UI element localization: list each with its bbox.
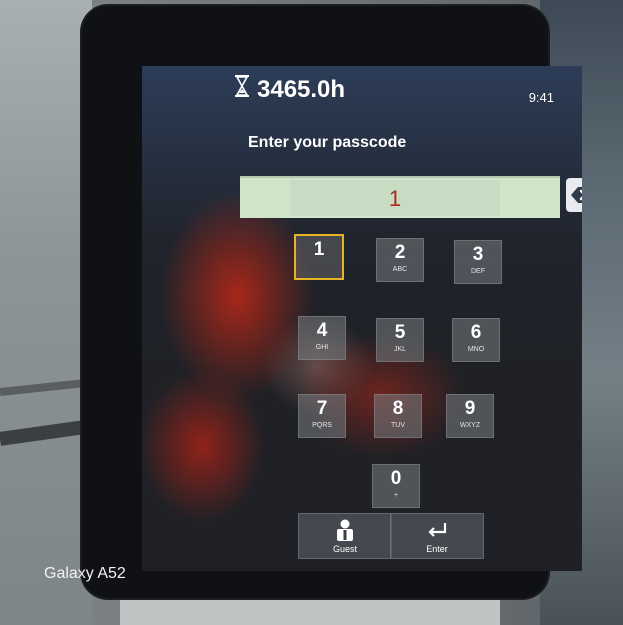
key-7[interactable]: 7 PQRS xyxy=(298,394,346,438)
key-9[interactable]: 9 WXYZ xyxy=(446,394,494,438)
key-digit: 5 xyxy=(394,322,406,343)
key-digit: 6 xyxy=(470,322,482,343)
return-arrow-icon xyxy=(428,523,447,537)
key-8[interactable]: 8 TUV xyxy=(374,394,422,438)
mount-bracket xyxy=(120,596,500,625)
key-letters: MNO xyxy=(467,346,485,353)
hour-meter: 3465.0h xyxy=(257,76,346,103)
key-digit: 0 xyxy=(390,468,402,489)
key-digit: 3 xyxy=(472,244,484,265)
backspace-button[interactable] xyxy=(566,178,582,212)
key-digit: 1 xyxy=(313,239,325,260)
key-letters: TUV xyxy=(391,422,405,429)
key-6[interactable]: 6 MNO xyxy=(452,318,500,362)
person-icon xyxy=(337,519,353,541)
enter-button[interactable]: Enter xyxy=(390,513,484,559)
key-letters: PQRS xyxy=(312,422,332,429)
key-letters: ABC xyxy=(392,266,408,273)
passcode-prompt: Enter your passcode xyxy=(248,134,407,151)
device-screen: 3465.0h 9:41 Enter your passcode 1 1 2 A… xyxy=(142,66,582,571)
key-2[interactable]: 2 ABC xyxy=(376,238,424,282)
guest-button[interactable]: Guest xyxy=(298,513,392,559)
key-1[interactable]: 1 xyxy=(294,234,344,280)
display-device: 3465.0h 9:41 Enter your passcode 1 1 2 A… xyxy=(82,6,582,598)
key-letters: DEF xyxy=(471,268,485,275)
camera-watermark: Galaxy A52 xyxy=(44,565,126,582)
key-digit: 4 xyxy=(316,320,328,341)
key-letters: JKL xyxy=(393,346,407,353)
passcode-value: 1 xyxy=(388,186,402,211)
key-3[interactable]: 3 DEF xyxy=(454,240,502,284)
key-letters: + xyxy=(393,492,399,499)
passcode-display: 1 xyxy=(290,180,500,216)
key-digit: 2 xyxy=(394,242,406,263)
guest-label: Guest xyxy=(332,544,357,554)
window-frame-left xyxy=(0,0,92,625)
enter-label: Enter xyxy=(426,544,448,554)
key-digit: 7 xyxy=(316,398,328,419)
key-0[interactable]: 0 + xyxy=(372,464,420,508)
key-digit: 8 xyxy=(392,398,404,419)
key-letters: WXYZ xyxy=(459,422,481,429)
key-5[interactable]: 5 JKL xyxy=(376,318,424,362)
passcode-field[interactable]: 1 xyxy=(240,176,560,218)
key-4[interactable]: 4 GHI xyxy=(298,316,346,360)
clock: 9:41 xyxy=(528,90,554,105)
key-digit: 9 xyxy=(464,398,476,419)
backspace-icon xyxy=(571,187,582,203)
status-header: 3465.0h 9:41 xyxy=(142,66,582,118)
key-letters: GHI xyxy=(315,344,329,351)
hourglass-icon xyxy=(235,75,249,97)
